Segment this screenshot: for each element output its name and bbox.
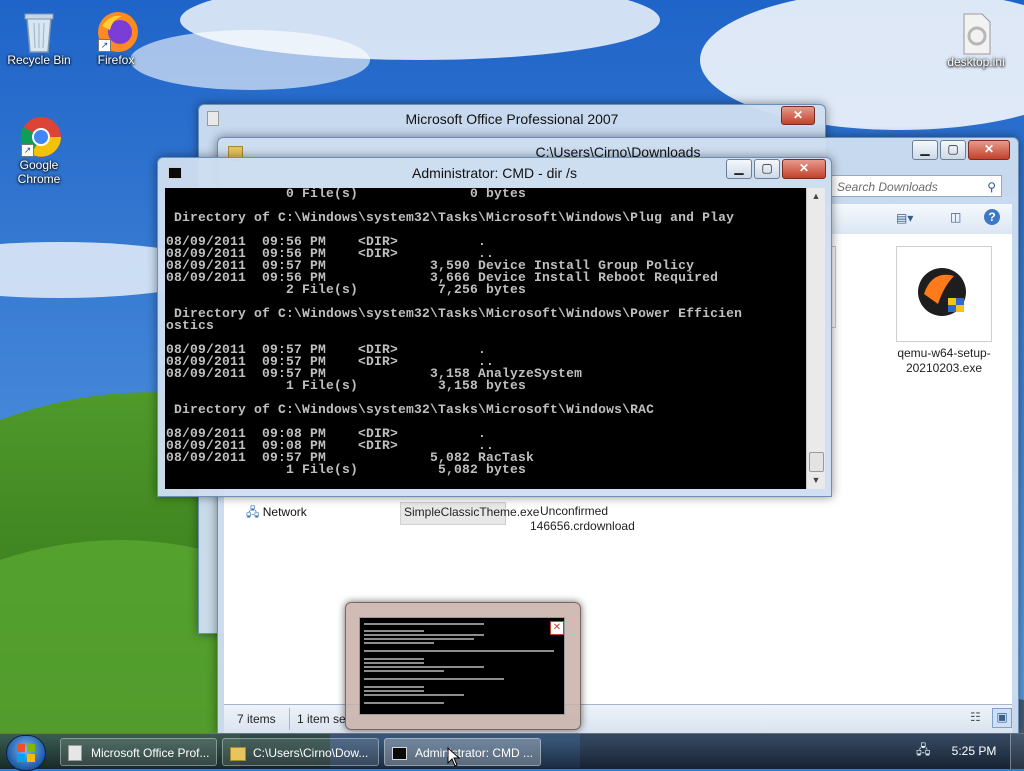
cmd-minimize-button[interactable]: ▁ bbox=[726, 159, 752, 179]
scroll-down-arrow-icon[interactable]: ▼ bbox=[807, 472, 825, 489]
taskbar-button-label: C:\Users\Cirno\Dow... bbox=[253, 746, 369, 760]
recycle-bin-icon bbox=[19, 10, 59, 53]
file-label: qemu-w64-setup-20210203.exe bbox=[897, 346, 991, 375]
help-icon[interactable]: ? bbox=[984, 209, 1000, 225]
file-item-qemu-setup[interactable]: qemu-w64-setup-20210203.exe bbox=[894, 246, 994, 376]
network-tray-icon[interactable]: 🖧 bbox=[916, 743, 932, 757]
scroll-up-arrow-icon[interactable]: ▲ bbox=[807, 188, 825, 205]
search-icon[interactable]: ⚲ bbox=[987, 176, 996, 198]
search-input[interactable]: Search Downloads ⚲ bbox=[830, 175, 1002, 197]
start-button[interactable] bbox=[6, 735, 46, 771]
details-view-icon[interactable]: ☷ bbox=[970, 710, 981, 724]
search-placeholder: Search Downloads bbox=[837, 180, 938, 194]
office-setup-icon bbox=[68, 745, 82, 761]
explorer-minimize-button[interactable]: ▁ bbox=[912, 140, 938, 160]
cmd-maximize-button[interactable]: ▢ bbox=[754, 159, 780, 179]
preview-pane-icon[interactable]: ◫ bbox=[950, 210, 961, 224]
taskbar-button-label: Microsoft Office Prof... bbox=[91, 746, 210, 760]
cmd-console-output[interactable]: 0 File(s) 0 bytes Directory of C:\Window… bbox=[165, 188, 806, 489]
nav-item-network[interactable]: 🖧 Network bbox=[246, 503, 307, 524]
large-icons-view-icon[interactable]: ▣ bbox=[992, 708, 1012, 728]
clock[interactable]: 5:25 PM bbox=[944, 734, 1004, 769]
cmd-window-icon bbox=[392, 747, 407, 760]
shortcut-arrow-icon: ↗ bbox=[21, 144, 34, 157]
cmd-window[interactable]: Administrator: CMD - dir /s ▁ ▢ ✕ 0 File… bbox=[157, 157, 832, 497]
views-icon[interactable]: ▤▾ bbox=[896, 211, 913, 225]
shortcut-arrow-icon: ↗ bbox=[98, 39, 111, 52]
thumbnail-text-lines bbox=[364, 623, 554, 704]
file-label: SimpleClassicTheme.exe bbox=[404, 505, 540, 519]
firefox-icon: ↗ bbox=[96, 10, 138, 52]
explorer-close-button[interactable]: ✕ bbox=[968, 140, 1010, 160]
office-close-button[interactable]: ✕ bbox=[781, 106, 815, 125]
chrome-icon: ↗ bbox=[19, 115, 61, 157]
file-label: Unconfirmed 146656.crdownload bbox=[530, 504, 635, 533]
desktop-icon-label: Firefox bbox=[97, 53, 135, 67]
cmd-text: 0 File(s) 0 bytes Directory of C:\Window… bbox=[166, 188, 743, 477]
taskbar-button-label: Administrator: CMD ... bbox=[415, 746, 534, 760]
qemu-installer-icon bbox=[896, 246, 992, 342]
network-icon: 🖧 bbox=[246, 505, 260, 519]
cmd-vertical-scrollbar[interactable]: ▲ ▼ bbox=[806, 188, 825, 489]
desktop-icon-google-chrome[interactable]: ↗ Google Chrome bbox=[3, 115, 75, 186]
windows-orb-icon bbox=[17, 744, 35, 762]
explorer-status-bar: 7 items 1 item se ☷ ▣ bbox=[224, 704, 1012, 733]
thumbnail-close-button[interactable]: ✕ bbox=[550, 621, 564, 635]
settings-file-icon bbox=[956, 12, 996, 55]
desktop-icon-desktop-ini[interactable]: desktop.ini bbox=[940, 12, 1012, 69]
desktop-icon-label: Google Chrome bbox=[17, 158, 61, 186]
file-item-simpleclassictheme[interactable]: SimpleClassicTheme.exe bbox=[400, 502, 540, 525]
folder-icon bbox=[230, 747, 246, 761]
taskbar-thumbnail-preview[interactable]: ✕ bbox=[345, 602, 581, 730]
taskbar-button-office[interactable]: Microsoft Office Prof... bbox=[60, 738, 217, 766]
cmd-close-button[interactable]: ✕ bbox=[782, 159, 826, 179]
taskbar: Microsoft Office Prof... C:\Users\Cirno\… bbox=[0, 733, 1024, 771]
scroll-thumb[interactable] bbox=[809, 452, 824, 472]
show-desktop-button[interactable] bbox=[1010, 734, 1024, 769]
status-selected-count: 1 item se bbox=[297, 712, 346, 726]
desktop-icon-recycle-bin[interactable]: Recycle Bin bbox=[3, 10, 75, 67]
nav-network-label: Network bbox=[262, 505, 307, 519]
office-window-title: Microsoft Office Professional 2007 bbox=[405, 111, 619, 127]
desktop-icon-label: desktop.ini bbox=[947, 55, 1005, 69]
explorer-maximize-button[interactable]: ▢ bbox=[940, 140, 966, 160]
thumbnail-cmd-preview bbox=[359, 617, 565, 715]
status-item-count: 7 items bbox=[237, 712, 276, 726]
desktop-icon-firefox[interactable]: ↗ Firefox bbox=[80, 10, 152, 67]
desktop-icon-label: Recycle Bin bbox=[7, 53, 71, 67]
mouse-pointer-icon bbox=[447, 747, 461, 767]
taskbar-button-explorer[interactable]: C:\Users\Cirno\Dow... bbox=[222, 738, 379, 766]
taskbar-button-cmd[interactable]: Administrator: CMD ... bbox=[384, 738, 541, 766]
file-item-unconfirmed-download[interactable]: Unconfirmed 146656.crdownload bbox=[524, 504, 635, 534]
status-divider bbox=[289, 708, 290, 730]
